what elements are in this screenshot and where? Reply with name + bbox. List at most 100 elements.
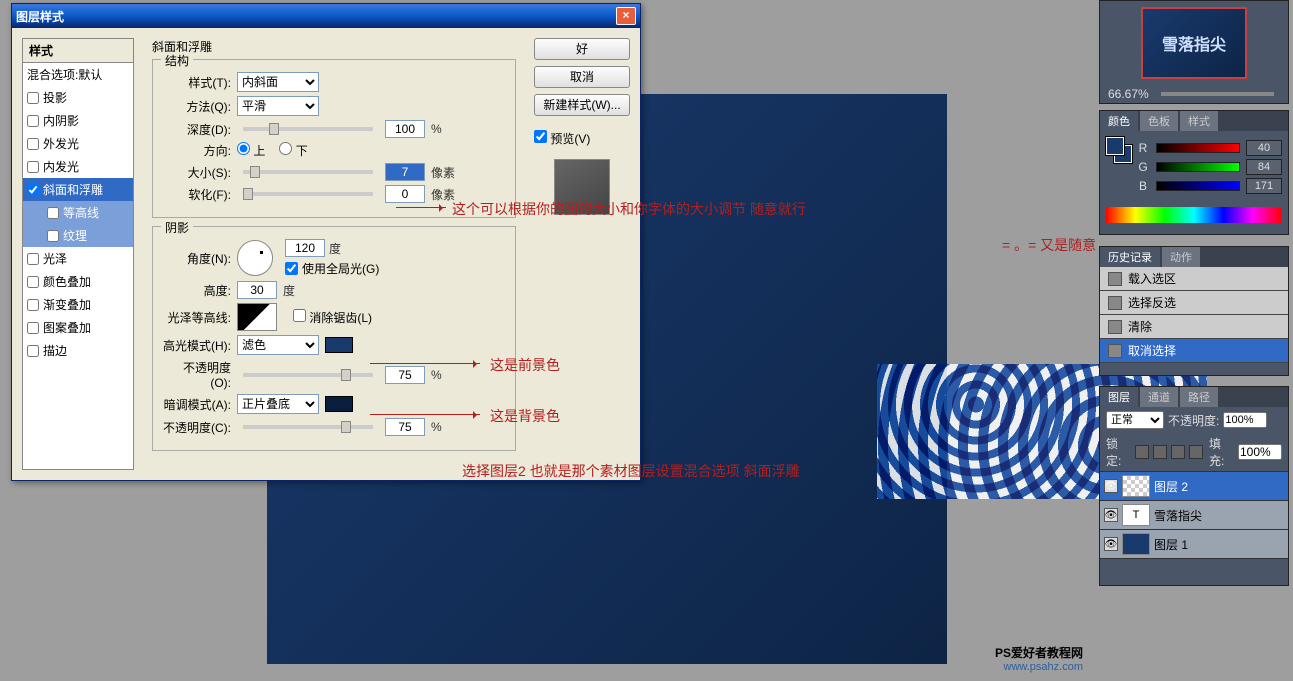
history-icon — [1108, 320, 1122, 334]
lock-position-icon[interactable] — [1171, 445, 1185, 459]
opacity-input[interactable] — [1223, 412, 1267, 428]
checkbox[interactable] — [27, 276, 39, 288]
visibility-icon[interactable]: 👁 — [1104, 508, 1118, 522]
depth-slider[interactable] — [243, 127, 373, 131]
highlight-opacity-slider[interactable] — [243, 373, 373, 377]
style-item-outerglow[interactable]: 外发光 — [23, 132, 133, 155]
b-value[interactable]: 171 — [1246, 178, 1282, 194]
tab-paths[interactable]: 路径 — [1180, 387, 1218, 407]
cancel-button[interactable]: 取消 — [534, 66, 630, 88]
fg-bg-swatches[interactable] — [1106, 137, 1132, 163]
style-item-satin[interactable]: 光泽 — [23, 247, 133, 270]
checkbox[interactable] — [27, 184, 39, 196]
fill-input[interactable] — [1238, 444, 1282, 460]
tab-history[interactable]: 历史记录 — [1100, 247, 1160, 267]
layer-row[interactable]: 👁图层 1 — [1100, 530, 1288, 559]
history-item[interactable]: 取消选择 — [1100, 339, 1288, 363]
tab-layers[interactable]: 图层 — [1100, 387, 1138, 407]
visibility-icon[interactable]: 👁 — [1104, 537, 1118, 551]
navigator-thumbnail[interactable]: 雪落指尖 — [1141, 7, 1247, 79]
layer-row[interactable]: 👁T雪落指尖 — [1100, 501, 1288, 530]
dialog-title: 图层样式 — [16, 8, 616, 25]
history-item[interactable]: 清除 — [1100, 315, 1288, 339]
checkbox[interactable] — [27, 115, 39, 127]
depth-input[interactable] — [385, 120, 425, 138]
history-item[interactable]: 载入选区 — [1100, 267, 1288, 291]
tab-actions[interactable]: 动作 — [1162, 247, 1200, 267]
layer-thumbnail[interactable] — [1122, 533, 1150, 555]
shadow-opacity-label: 不透明度(C): — [163, 419, 231, 436]
size-input[interactable] — [385, 163, 425, 181]
style-item-contour[interactable]: 等高线 — [23, 201, 133, 224]
structure-fieldset: 结构 样式(T):内斜面 方法(Q):平滑 深度(D):% 方向: 上 下 大小… — [152, 59, 516, 218]
dialog-titlebar[interactable]: 图层样式 × — [12, 4, 640, 28]
g-slider[interactable] — [1156, 162, 1240, 172]
checkbox[interactable] — [47, 207, 59, 219]
history-item[interactable]: 选择反选 — [1100, 291, 1288, 315]
ok-button[interactable]: 好 — [534, 38, 630, 60]
angle-control[interactable] — [237, 240, 273, 276]
lock-all-icon[interactable] — [1189, 445, 1203, 459]
soften-input[interactable] — [385, 185, 425, 203]
global-light-checkbox[interactable]: 使用全局光(G) — [285, 260, 379, 277]
shadow-mode-select[interactable]: 正片叠底 — [237, 394, 319, 414]
checkbox[interactable] — [27, 299, 39, 311]
checkbox[interactable] — [27, 345, 39, 357]
checkbox[interactable] — [27, 253, 39, 265]
style-item-stroke[interactable]: 描边 — [23, 339, 133, 362]
style-item-texture[interactable]: 纹理 — [23, 224, 133, 247]
highlight-mode-select[interactable]: 滤色 — [237, 335, 319, 355]
altitude-input[interactable] — [237, 281, 277, 299]
checkbox[interactable] — [27, 161, 39, 173]
style-item-innerglow[interactable]: 内发光 — [23, 155, 133, 178]
visibility-icon[interactable]: 👁 — [1104, 479, 1118, 493]
shadow-color-swatch[interactable] — [325, 396, 353, 412]
direction-down[interactable]: 下 — [279, 142, 307, 159]
style-item-patternoverlay[interactable]: 图案叠加 — [23, 316, 133, 339]
size-slider[interactable] — [243, 170, 373, 174]
layer-thumbnail[interactable] — [1122, 475, 1150, 497]
tab-styles[interactable]: 样式 — [1180, 111, 1218, 131]
gloss-contour[interactable] — [237, 303, 277, 331]
tab-color[interactable]: 颜色 — [1100, 111, 1138, 131]
technique-select[interactable]: 平滑 — [237, 96, 319, 116]
checkbox[interactable] — [27, 92, 39, 104]
style-item-innershadow[interactable]: 内阴影 — [23, 109, 133, 132]
highlight-color-swatch[interactable] — [325, 337, 353, 353]
style-select[interactable]: 内斜面 — [237, 72, 319, 92]
direction-up[interactable]: 上 — [237, 142, 265, 159]
close-icon[interactable]: × — [616, 7, 636, 25]
color-spectrum[interactable] — [1106, 207, 1282, 223]
layer-thumbnail[interactable]: T — [1122, 504, 1150, 526]
tab-channels[interactable]: 通道 — [1140, 387, 1178, 407]
style-item-coloroverlay[interactable]: 颜色叠加 — [23, 270, 133, 293]
newstyle-button[interactable]: 新建样式(W)... — [534, 94, 630, 116]
blend-mode-select[interactable]: 正常 — [1106, 411, 1164, 429]
shadow-opacity-slider[interactable] — [243, 425, 373, 429]
lock-transparency-icon[interactable] — [1135, 445, 1149, 459]
g-value[interactable]: 84 — [1246, 159, 1282, 175]
b-slider[interactable] — [1156, 181, 1240, 191]
soften-slider[interactable] — [243, 192, 373, 196]
r-value[interactable]: 40 — [1246, 140, 1282, 156]
preview-checkbox[interactable]: 预览(V) — [534, 130, 630, 147]
angle-input[interactable] — [285, 239, 325, 257]
blend-options-item[interactable]: 混合选项:默认 — [23, 63, 133, 86]
history-icon — [1108, 272, 1122, 286]
checkbox[interactable] — [27, 138, 39, 150]
tab-swatches[interactable]: 色板 — [1140, 111, 1178, 131]
highlight-opacity-input[interactable] — [385, 366, 425, 384]
style-item-bevel[interactable]: 斜面和浮雕 — [23, 178, 133, 201]
checkbox[interactable] — [47, 230, 59, 242]
styles-header: 样式 — [23, 39, 133, 63]
r-slider[interactable] — [1156, 143, 1240, 153]
antialias-checkbox[interactable]: 消除锯齿(L) — [293, 309, 372, 326]
zoom-slider[interactable] — [1161, 92, 1274, 96]
style-item-gradientoverlay[interactable]: 渐变叠加 — [23, 293, 133, 316]
section-title: 斜面和浮雕 — [152, 38, 516, 55]
checkbox[interactable] — [27, 322, 39, 334]
lock-pixels-icon[interactable] — [1153, 445, 1167, 459]
shadow-opacity-input[interactable] — [385, 418, 425, 436]
style-item-dropshadow[interactable]: 投影 — [23, 86, 133, 109]
layer-row[interactable]: 👁图层 2 — [1100, 472, 1288, 501]
